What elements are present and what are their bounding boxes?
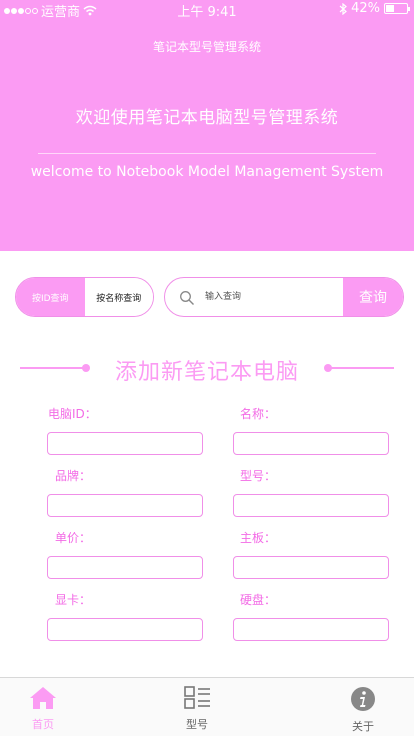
header-banner: 运营商 上午 9:41 42% 笔记本型号管理系统 欢迎使用笔记本电脑型号管理系… — [0, 0, 414, 251]
brand-field[interactable] — [47, 494, 203, 517]
status-bar: 运营商 上午 9:41 42% — [0, 0, 414, 20]
computer-id-field[interactable] — [47, 432, 203, 455]
gpu-label: 显卡： — [55, 593, 92, 607]
app-screen: 运营商 上午 9:41 42% 笔记本型号管理系统 欢迎使用笔记本电脑型号管理系… — [0, 0, 414, 736]
disk-label: 硬盘： — [240, 593, 277, 607]
search-box: 查询 — [164, 277, 404, 317]
motherboard-label: 主板： — [240, 531, 277, 545]
heading-line-right — [330, 367, 394, 369]
tab-about-label: 关于 — [352, 720, 374, 733]
battery-icon — [384, 3, 410, 14]
welcome-subheading: welcome to Notebook Model Management Sys… — [30, 164, 384, 180]
search-input[interactable] — [205, 278, 343, 316]
model-label: 型号： — [240, 469, 277, 483]
search-mode-toggle: 按ID查询 按名称查询 — [15, 277, 154, 317]
tab-models-label: 型号 — [186, 718, 208, 731]
brand-label: 品牌： — [55, 469, 92, 483]
nav-title: 笔记本型号管理系统 — [152, 40, 261, 54]
hero-divider — [38, 153, 376, 154]
model-field[interactable] — [233, 494, 389, 517]
computer-id-label: 电脑ID： — [48, 407, 97, 421]
tab-home[interactable]: 首页 — [3, 686, 83, 732]
price-field[interactable] — [47, 556, 203, 579]
search-by-name-option[interactable]: 按名称查询 — [84, 278, 153, 316]
tab-home-label: 首页 — [32, 718, 54, 731]
tab-models[interactable]: 型号 — [157, 686, 237, 732]
welcome-heading: 欢迎使用笔记本电脑型号管理系统 — [75, 108, 339, 128]
home-icon — [30, 687, 56, 709]
disk-field[interactable] — [233, 618, 389, 641]
tab-about[interactable]: 关于 — [323, 686, 403, 734]
name-field[interactable] — [233, 432, 389, 455]
gpu-field[interactable] — [47, 618, 203, 641]
name-label: 名称： — [240, 407, 277, 421]
grid-list-icon — [184, 686, 210, 709]
form-title: 添加新笔记本电脑 — [114, 360, 299, 385]
status-right: 42% — [339, 1, 410, 16]
motherboard-field[interactable] — [233, 556, 389, 579]
price-label: 单价： — [55, 531, 92, 545]
info-icon — [351, 687, 375, 711]
battery-percent: 42% — [351, 1, 380, 16]
tab-bar: 首页 型号 关于 — [0, 677, 414, 736]
search-button[interactable]: 查询 — [343, 278, 403, 316]
search-by-id-option[interactable]: 按ID查询 — [16, 278, 85, 316]
search-icon — [180, 291, 194, 305]
bluetooth-icon — [339, 2, 348, 15]
